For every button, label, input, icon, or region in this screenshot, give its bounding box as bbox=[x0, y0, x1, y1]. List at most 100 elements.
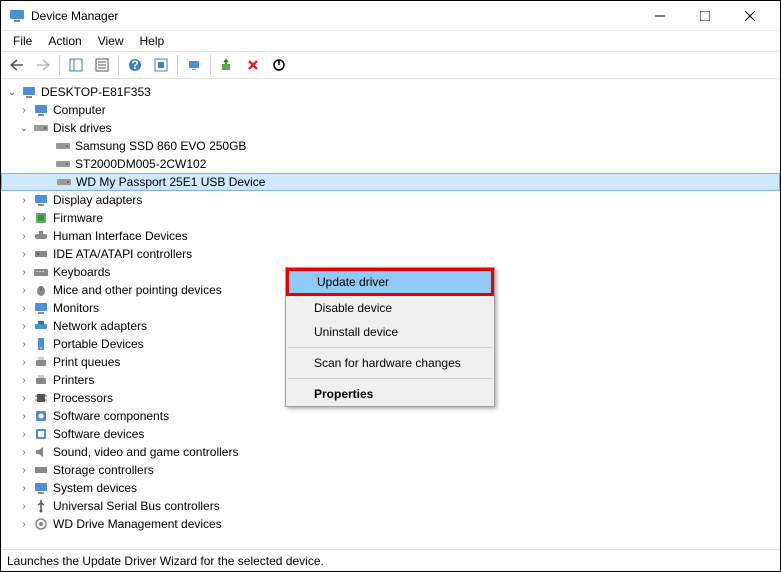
tree-category[interactable]: ›Storage controllers bbox=[1, 461, 780, 479]
category-icon bbox=[33, 390, 49, 406]
tree-category[interactable]: › Firmware bbox=[1, 209, 780, 227]
tree-category-computer[interactable]: › Computer bbox=[1, 101, 780, 119]
minimize-button[interactable] bbox=[637, 2, 682, 30]
device-tree[interactable]: ⌄ DESKTOP-E81F353 › Computer ⌄ Disk driv… bbox=[1, 79, 780, 549]
forward-button[interactable] bbox=[31, 53, 55, 77]
tree-device-selected[interactable]: WD My Passport 25E1 USB Device bbox=[1, 173, 780, 191]
category-icon bbox=[33, 408, 49, 424]
expand-icon[interactable]: › bbox=[17, 481, 31, 495]
category-icon bbox=[33, 192, 49, 208]
scan-hardware-button[interactable] bbox=[182, 53, 206, 77]
category-icon bbox=[33, 210, 49, 226]
tree-label: ST2000DM005-2CW102 bbox=[75, 157, 206, 171]
expand-icon[interactable]: › bbox=[17, 103, 31, 117]
tree-device[interactable]: Samsung SSD 860 EVO 250GB bbox=[1, 137, 780, 155]
expand-icon[interactable]: › bbox=[17, 427, 31, 441]
tree-label: Firmware bbox=[53, 211, 103, 225]
expand-icon[interactable]: › bbox=[17, 247, 31, 261]
ctx-scan-hardware[interactable]: Scan for hardware changes bbox=[286, 351, 494, 375]
ctx-uninstall-device[interactable]: Uninstall device bbox=[286, 320, 494, 344]
category-icon bbox=[33, 372, 49, 388]
back-button[interactable] bbox=[5, 53, 29, 77]
tree-category-disk-drives[interactable]: ⌄ Disk drives bbox=[1, 119, 780, 137]
toolbar-separator bbox=[59, 55, 60, 75]
expand-icon[interactable]: › bbox=[17, 445, 31, 459]
toolbar-separator bbox=[177, 55, 178, 75]
tree-label: Display adapters bbox=[53, 193, 142, 207]
expand-icon[interactable]: › bbox=[17, 229, 31, 243]
expand-icon[interactable]: › bbox=[17, 409, 31, 423]
ctx-disable-device[interactable]: Disable device bbox=[286, 296, 494, 320]
properties-button[interactable] bbox=[90, 53, 114, 77]
ctx-separator bbox=[288, 347, 492, 348]
menu-file[interactable]: File bbox=[5, 32, 40, 50]
menu-action[interactable]: Action bbox=[40, 32, 89, 50]
tree-label: Printers bbox=[53, 373, 94, 387]
category-icon bbox=[33, 516, 49, 532]
expand-icon[interactable]: ⌄ bbox=[5, 85, 19, 99]
tree-category[interactable]: › Human Interface Devices bbox=[1, 227, 780, 245]
expand-icon[interactable]: › bbox=[17, 211, 31, 225]
drive-icon bbox=[55, 138, 71, 154]
disable-button[interactable] bbox=[267, 53, 291, 77]
help-button[interactable]: ? bbox=[123, 53, 147, 77]
tree-label: Universal Serial Bus controllers bbox=[53, 499, 220, 513]
category-icon bbox=[33, 480, 49, 496]
show-hide-tree-button[interactable] bbox=[64, 53, 88, 77]
tree-device[interactable]: ST2000DM005-2CW102 bbox=[1, 155, 780, 173]
tree-category[interactable]: › Software components bbox=[1, 407, 780, 425]
tree-category[interactable]: › Sound, video and game controllers bbox=[1, 443, 780, 461]
tree-label: Print queues bbox=[53, 355, 120, 369]
drive-icon bbox=[56, 174, 72, 190]
uninstall-button[interactable] bbox=[241, 53, 265, 77]
expand-icon[interactable]: › bbox=[17, 517, 31, 531]
expand-icon[interactable]: › bbox=[17, 193, 31, 207]
window-title: Device Manager bbox=[31, 9, 637, 23]
category-icon bbox=[33, 300, 49, 316]
tree-category[interactable]: › Software devices bbox=[1, 425, 780, 443]
maximize-button[interactable] bbox=[682, 2, 727, 30]
tree-label: Software devices bbox=[53, 427, 144, 441]
ctx-properties[interactable]: Properties bbox=[286, 382, 494, 406]
action-button[interactable] bbox=[149, 53, 173, 77]
tree-root[interactable]: ⌄ DESKTOP-E81F353 bbox=[1, 83, 780, 101]
expand-icon[interactable]: › bbox=[17, 301, 31, 315]
expand-icon[interactable]: › bbox=[17, 337, 31, 351]
tree-category[interactable]: › Display adapters bbox=[1, 191, 780, 209]
tree-label: Software components bbox=[53, 409, 169, 423]
toolbar: ? bbox=[1, 51, 780, 79]
tree-label: Keyboards bbox=[53, 265, 110, 279]
titlebar: Device Manager bbox=[1, 1, 780, 31]
menu-help[interactable]: Help bbox=[132, 32, 173, 50]
app-icon bbox=[9, 8, 25, 24]
computer-icon bbox=[33, 102, 49, 118]
expand-icon[interactable]: › bbox=[17, 373, 31, 387]
tree-category[interactable]: ›IDE ATA/ATAPI controllers bbox=[1, 245, 780, 263]
tree-category[interactable]: › WD Drive Management devices bbox=[1, 515, 780, 533]
tree-label: Computer bbox=[53, 103, 106, 117]
expand-icon[interactable]: › bbox=[17, 265, 31, 279]
menubar: File Action View Help bbox=[1, 31, 780, 51]
expand-icon[interactable]: › bbox=[17, 319, 31, 333]
expand-icon[interactable]: › bbox=[17, 463, 31, 477]
close-button[interactable] bbox=[727, 2, 772, 30]
tree-label: Sound, video and game controllers bbox=[53, 445, 238, 459]
ctx-update-driver[interactable]: Update driver bbox=[286, 268, 494, 296]
computer-icon bbox=[21, 84, 37, 100]
expand-icon[interactable]: › bbox=[17, 391, 31, 405]
status-text: Launches the Update Driver Wizard for th… bbox=[7, 554, 324, 568]
expand-icon[interactable]: › bbox=[17, 499, 31, 513]
svg-text:?: ? bbox=[131, 58, 138, 72]
menu-view[interactable]: View bbox=[90, 32, 132, 50]
tree-category[interactable]: › Universal Serial Bus controllers bbox=[1, 497, 780, 515]
tree-label: Disk drives bbox=[53, 121, 112, 135]
update-driver-button[interactable] bbox=[215, 53, 239, 77]
tree-label: DESKTOP-E81F353 bbox=[41, 85, 151, 99]
expand-icon[interactable]: › bbox=[17, 283, 31, 297]
expand-icon[interactable]: › bbox=[17, 355, 31, 369]
toolbar-separator bbox=[118, 55, 119, 75]
tree-label: Human Interface Devices bbox=[53, 229, 188, 243]
tree-category[interactable]: ›System devices bbox=[1, 479, 780, 497]
tree-label: WD Drive Management devices bbox=[53, 517, 222, 531]
collapse-icon[interactable]: ⌄ bbox=[17, 121, 31, 135]
